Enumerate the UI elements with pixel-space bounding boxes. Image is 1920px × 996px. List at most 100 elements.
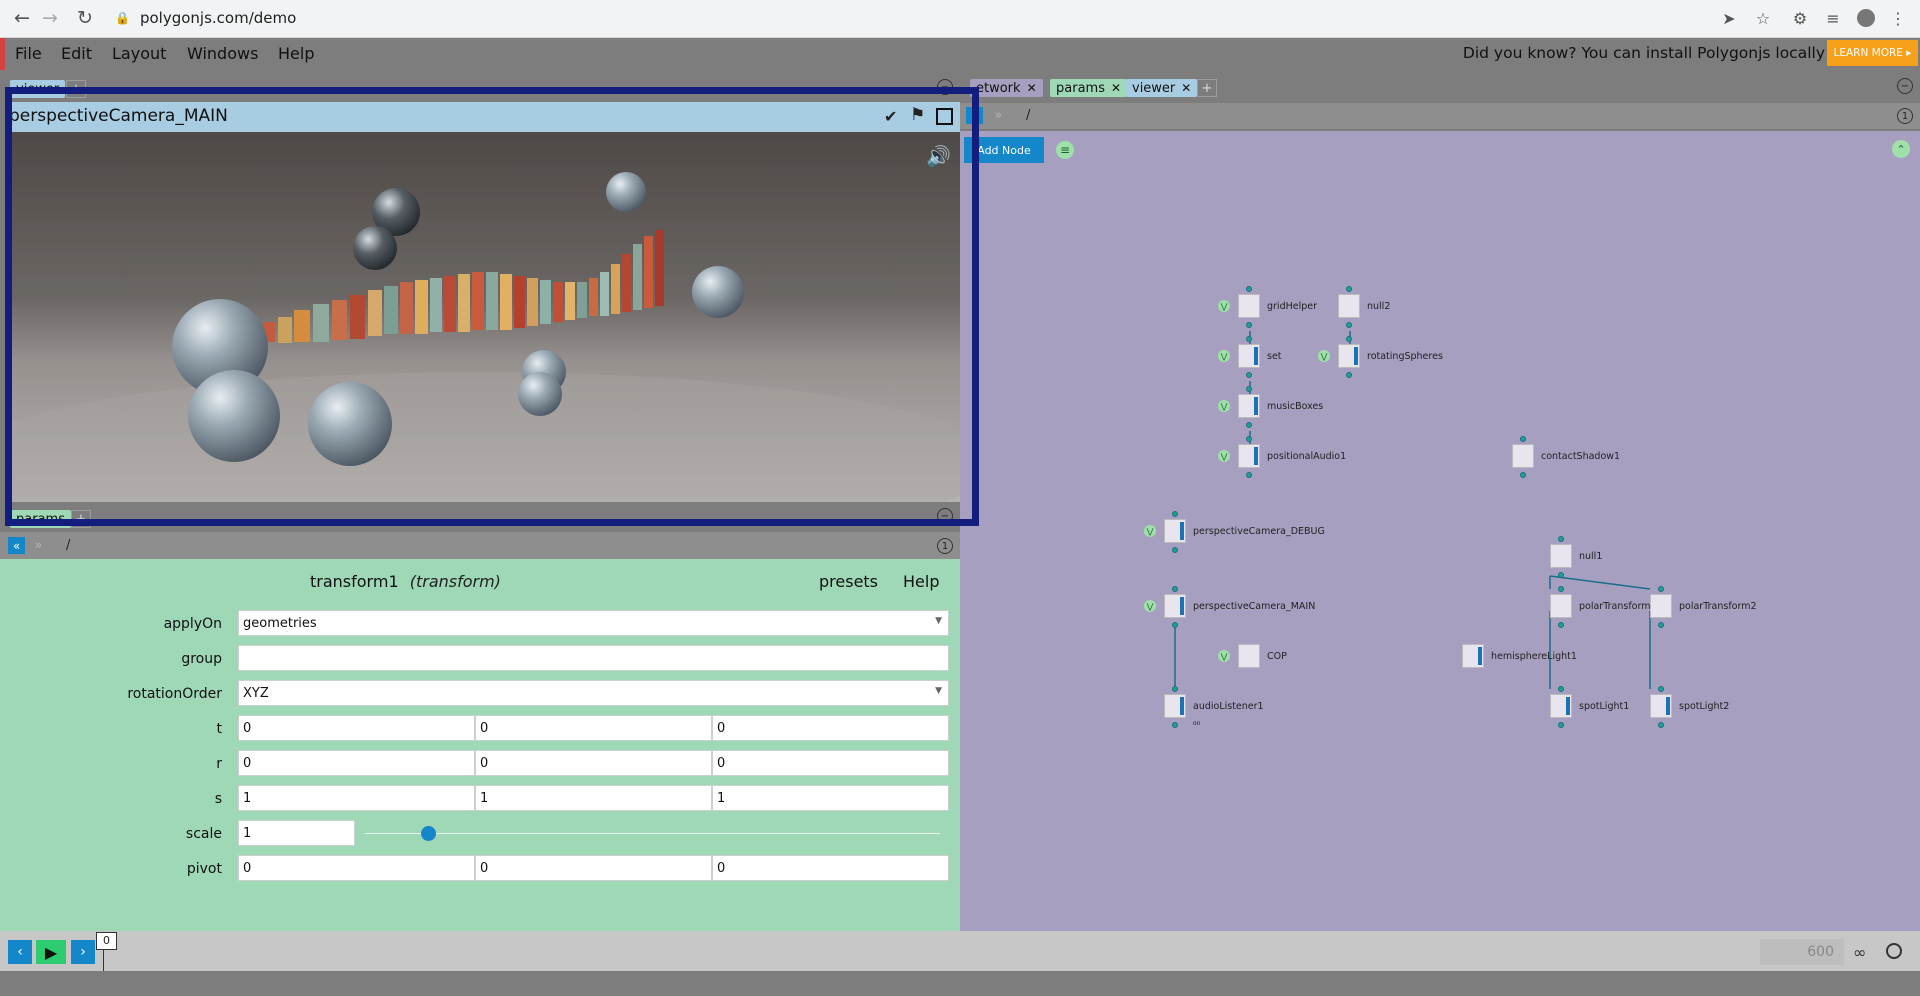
- viewer-camera-title[interactable]: perspectiveCamera_MAIN: [9, 106, 228, 126]
- puzzle-icon[interactable]: ⚙: [1788, 6, 1812, 30]
- close-icon[interactable]: ✕: [1027, 81, 1037, 95]
- display-flag-icon[interactable]: ⋁: [1218, 350, 1230, 362]
- network-path-input[interactable]: /: [1020, 105, 1892, 126]
- node-output-dot[interactable]: [1346, 322, 1352, 328]
- menu-layout[interactable]: Layout: [112, 44, 166, 63]
- t-z-input[interactable]: 0: [712, 715, 949, 741]
- tab-viewer[interactable]: viewer: [10, 80, 66, 98]
- forward-arrow-icon[interactable]: →: [36, 4, 64, 32]
- share-icon[interactable]: ➤: [1717, 6, 1741, 30]
- pivot-x-input[interactable]: 0: [238, 855, 475, 881]
- pivot-y-input[interactable]: 0: [475, 855, 712, 881]
- display-flag-icon[interactable]: ⋁: [1318, 350, 1330, 362]
- list-icon[interactable]: ≡: [1056, 141, 1074, 159]
- profile-icon[interactable]: [1854, 6, 1878, 30]
- menu-windows[interactable]: Windows: [187, 44, 258, 63]
- node-input-dot[interactable]: [1658, 586, 1664, 592]
- rotationorder-select[interactable]: XYZ ▼: [238, 680, 949, 706]
- next-frame-icon[interactable]: ›: [71, 940, 95, 964]
- params-pane-collapse-icon[interactable]: −: [937, 508, 953, 524]
- reading-list-icon[interactable]: ≡: [1821, 6, 1845, 30]
- node-output-dot[interactable]: [1558, 572, 1564, 578]
- node-input-dot[interactable]: [1246, 386, 1252, 392]
- previous-frame-icon[interactable]: ‹: [8, 940, 32, 964]
- node-input-dot[interactable]: [1172, 511, 1178, 517]
- node-input-dot[interactable]: [1346, 336, 1352, 342]
- tab-network-params[interactable]: params ✕: [1050, 79, 1128, 97]
- pivot-z-input[interactable]: 0: [712, 855, 949, 881]
- node-input-dot[interactable]: [1520, 436, 1526, 442]
- node-output-dot[interactable]: [1520, 472, 1526, 478]
- s-y-input[interactable]: 1: [475, 785, 712, 811]
- node-output-dot[interactable]: [1172, 547, 1178, 553]
- scale-slider-track[interactable]: [365, 833, 940, 834]
- add-tab-button[interactable]: +: [66, 80, 86, 98]
- kebab-menu-icon[interactable]: ⋮: [1886, 6, 1910, 30]
- s-z-input[interactable]: 1: [712, 785, 949, 811]
- r-z-input[interactable]: 0: [712, 750, 949, 776]
- learn-more-button[interactable]: LEARN MORE ▸: [1827, 40, 1918, 66]
- 3d-viewport[interactable]: [8, 132, 960, 502]
- node-box[interactable]: [1238, 394, 1260, 418]
- tab-network[interactable]: etwork ✕: [970, 79, 1043, 97]
- node-input-dot[interactable]: [1558, 536, 1564, 542]
- t-y-input[interactable]: 0: [475, 715, 712, 741]
- network-nav-back-icon[interactable]: «: [966, 107, 983, 124]
- node-box[interactable]: [1164, 594, 1186, 618]
- display-flag-icon[interactable]: ⋁: [1144, 600, 1156, 612]
- params-info-icon[interactable]: 1: [937, 538, 953, 554]
- params-path-input[interactable]: /: [60, 535, 930, 556]
- node-input-dot[interactable]: [1246, 336, 1252, 342]
- display-flag-icon[interactable]: ⋁: [1218, 300, 1230, 312]
- s-x-input[interactable]: 1: [238, 785, 475, 811]
- loop-icon[interactable]: ∞: [1853, 943, 1866, 962]
- clock-icon[interactable]: [1886, 943, 1902, 959]
- reload-icon[interactable]: ↻: [71, 4, 99, 32]
- node-output-dot[interactable]: [1558, 722, 1564, 728]
- back-arrow-icon[interactable]: ←: [8, 4, 36, 32]
- close-icon[interactable]: ✕: [1111, 81, 1121, 95]
- node-output-dot[interactable]: [1246, 322, 1252, 328]
- node-box[interactable]: [1462, 644, 1484, 668]
- tab-params[interactable]: params: [10, 510, 71, 528]
- check-circle-icon[interactable]: ✔: [884, 107, 897, 126]
- network-info-icon[interactable]: 1: [1897, 108, 1913, 124]
- pane-collapse-icon[interactable]: −: [937, 79, 953, 95]
- speaker-icon[interactable]: 🔊: [926, 144, 951, 168]
- tab-network-viewer[interactable]: viewer ✕: [1126, 79, 1198, 97]
- node-output-dot[interactable]: [1172, 722, 1178, 728]
- node-box[interactable]: [1550, 694, 1572, 718]
- flag-icon[interactable]: ⚑: [910, 105, 925, 125]
- node-box[interactable]: [1238, 444, 1260, 468]
- node-input-dot[interactable]: [1658, 686, 1664, 692]
- node-input-dot[interactable]: [1558, 686, 1564, 692]
- r-y-input[interactable]: 0: [475, 750, 712, 776]
- node-box[interactable]: [1238, 644, 1260, 668]
- add-network-tab-button[interactable]: +: [1197, 79, 1217, 97]
- display-flag-icon[interactable]: ⋁: [1218, 450, 1230, 462]
- display-flag-icon[interactable]: ⋁: [1218, 650, 1230, 662]
- node-output-dot[interactable]: [1658, 622, 1664, 628]
- end-frame-input[interactable]: 600: [1760, 939, 1844, 965]
- play-icon[interactable]: ▶: [36, 940, 66, 964]
- scale-input[interactable]: 1: [238, 820, 355, 846]
- current-frame-marker[interactable]: 0: [96, 932, 117, 950]
- node-output-dot[interactable]: [1658, 722, 1664, 728]
- node-box[interactable]: [1550, 544, 1572, 568]
- node-input-dot[interactable]: [1246, 286, 1252, 292]
- presets-link[interactable]: presets: [819, 572, 878, 591]
- node-input-dot[interactable]: [1172, 586, 1178, 592]
- node-output-dot[interactable]: [1172, 622, 1178, 628]
- r-x-input[interactable]: 0: [238, 750, 475, 776]
- t-x-input[interactable]: 0: [238, 715, 475, 741]
- node-box[interactable]: [1512, 444, 1534, 468]
- node-output-dot[interactable]: [1558, 622, 1564, 628]
- node-box[interactable]: [1238, 294, 1260, 318]
- node-box[interactable]: [1164, 519, 1186, 543]
- node-box[interactable]: [1650, 694, 1672, 718]
- network-nav-forward-icon[interactable]: »: [990, 107, 1007, 124]
- help-link[interactable]: Help: [903, 572, 939, 591]
- applyon-select[interactable]: geometries ▼: [238, 610, 949, 636]
- close-icon[interactable]: ✕: [1181, 81, 1191, 95]
- maximize-icon[interactable]: [936, 108, 953, 125]
